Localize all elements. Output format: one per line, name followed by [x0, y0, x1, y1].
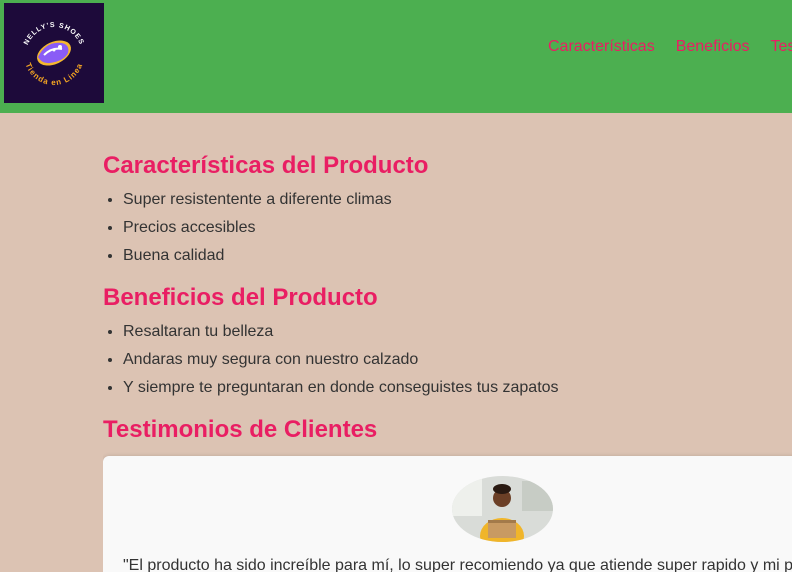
nav-link-beneficios[interactable]: Beneficios — [676, 37, 750, 57]
benefits-title: Beneficios del Producto — [103, 284, 378, 311]
features-list: Super resistentente a diferente climas P… — [103, 190, 392, 274]
list-item: Y siempre te preguntaran en donde conseg… — [123, 378, 559, 406]
testimonial-card: "El producto ha sido increíble para mí, … — [103, 456, 792, 572]
benefits-list: Resaltaran tu belleza Andaras muy segura… — [103, 322, 559, 406]
svg-text:Tienda en Linea: Tienda en Linea — [23, 61, 84, 87]
nav-link-caracteristicas[interactable]: Características — [548, 37, 655, 57]
site-header: NELLY'S SHOES Tienda en Linea Caracterís… — [0, 0, 792, 113]
list-item: Resaltaran tu belleza — [123, 322, 559, 350]
list-item: Andaras muy segura con nuestro calzado — [123, 350, 559, 378]
testimonials-title: Testimonios de Clientes — [103, 416, 378, 443]
brand-logo[interactable]: NELLY'S SHOES Tienda en Linea — [4, 3, 104, 103]
list-item: Super resistentente a diferente climas — [123, 190, 392, 218]
list-item: Precios accesibles — [123, 218, 392, 246]
nav-link-testimonios[interactable]: Testimonios — [771, 37, 792, 57]
customer-avatar — [452, 476, 553, 542]
features-title: Características del Producto — [103, 152, 429, 179]
main-content: Características del Producto Super resis… — [103, 113, 792, 572]
testimonial-quote: "El producto ha sido increíble para mí, … — [123, 557, 792, 572]
shoe-logo-icon: NELLY'S SHOES Tienda en Linea — [23, 22, 84, 87]
main-nav: Características Beneficios Testimonios — [548, 37, 792, 57]
list-item: Buena calidad — [123, 246, 392, 274]
